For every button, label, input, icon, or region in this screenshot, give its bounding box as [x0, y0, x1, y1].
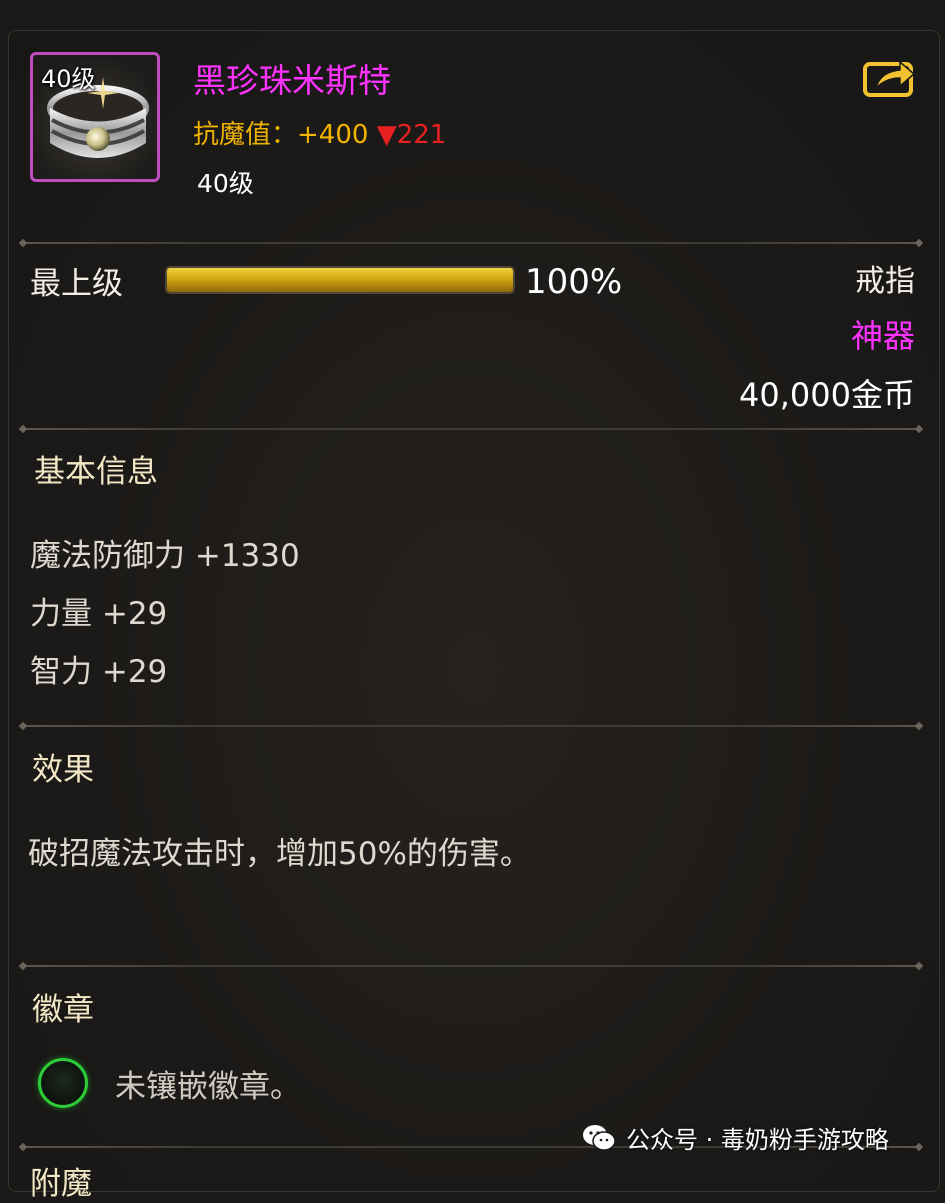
watermark: 公众号 · 毒奶粉手游攻略 [582, 1120, 889, 1155]
item-name: 黑珍珠米斯特 [193, 61, 391, 100]
share-export-icon[interactable] [862, 54, 916, 98]
section-divider [22, 428, 920, 430]
stat-magic-defense: 魔法防御力 +1330 [30, 538, 300, 574]
basic-info-title: 基本信息 [34, 454, 158, 490]
empty-emblem-slot-icon[interactable] [38, 1058, 88, 1108]
stat-intelligence: 智力 +29 [30, 654, 168, 690]
anti-magic-label: 抗魔值： [193, 120, 298, 150]
required-level: 40级 [197, 169, 254, 198]
grade-progress-bar [165, 266, 515, 294]
section-divider [22, 965, 920, 967]
item-price: 40,000金币 [739, 376, 915, 414]
item-icon-level-badge: 40级 [41, 65, 96, 93]
watermark-text: 公众号 · 毒奶粉手游攻略 [626, 1126, 889, 1154]
effect-title: 效果 [32, 752, 94, 788]
enchant-title: 附魔 [30, 1166, 92, 1202]
grade-label: 最上级 [30, 266, 123, 302]
section-divider [22, 725, 920, 727]
ring-item-icon[interactable]: 40级 [30, 52, 160, 182]
section-divider [22, 242, 920, 244]
grade-percent: 100% [525, 262, 623, 302]
anti-magic-stat: 抗魔值：+400 ▼221 [193, 114, 446, 151]
effect-text: 破招魔法攻击时，增加50%的伤害。 [28, 836, 531, 872]
anti-magic-decrease: ▼221 [376, 120, 447, 150]
wechat-icon [583, 1124, 616, 1151]
item-rarity: 神器 [850, 317, 915, 355]
emblem-empty-text: 未镶嵌徽章。 [115, 1069, 301, 1105]
stat-strength: 力量 +29 [30, 596, 168, 632]
emblem-title: 徽章 [32, 992, 94, 1028]
item-type: 戒指 [855, 264, 915, 299]
grade-progress-fill [167, 268, 513, 292]
anti-magic-value: +400 [297, 120, 369, 150]
